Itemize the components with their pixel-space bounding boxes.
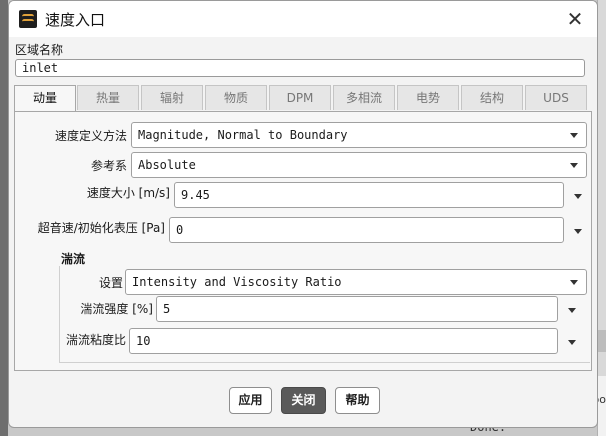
tab-species[interactable]: 物质 [205, 85, 267, 110]
background-right-panel [597, 0, 606, 436]
tab-radiation[interactable]: 辐射 [141, 85, 203, 110]
tab-thermal[interactable]: 热量 [77, 85, 139, 110]
tab-potential[interactable]: 电势 [397, 85, 459, 110]
velocity-magnitude-input[interactable]: 9.45 [174, 182, 564, 208]
tab-dpm[interactable]: DPM [269, 85, 331, 110]
velocity-method-value: Magnitude, Normal to Boundary [138, 128, 348, 142]
close-button[interactable]: 关闭 [281, 387, 326, 414]
tab-momentum[interactable]: 动量 [14, 85, 76, 112]
gauge-pressure-label: 超音速/初始化表压 [Pa] [37, 221, 165, 235]
tab-bar: 动量 热量 辐射 物质 DPM 多相流 电势 结构 UDS [14, 85, 592, 112]
viscosity-ratio-label: 湍流粘度比 [65, 333, 126, 347]
turbulence-spec-label: 设置 [98, 276, 123, 290]
velocity-method-select[interactable]: Magnitude, Normal to Boundary [131, 122, 587, 148]
gauge-pressure-input[interactable]: 0 [169, 217, 564, 243]
background-left-panel [0, 0, 8, 436]
title-bar: 速度入口 ✕ [9, 1, 597, 37]
momentum-panel: 速度定义方法 Magnitude, Normal to Boundary 参考系… [14, 111, 592, 371]
apply-button[interactable]: 应用 [229, 387, 272, 414]
zone-name-label: 区域名称 [15, 43, 64, 57]
velocity-inlet-dialog: 速度入口 ✕ 区域名称 inlet 动量 热量 辐射 物质 DPM 多相流 电势… [8, 0, 598, 428]
zone-name-input[interactable]: inlet [15, 59, 585, 77]
chevron-down-icon [570, 280, 578, 285]
tab-uds[interactable]: UDS [525, 85, 587, 110]
velocity-magnitude-label: 速度大小 [m/s] [86, 186, 170, 200]
turbulence-spec-value: Intensity and Viscosity Ratio [132, 275, 342, 289]
background-strip [598, 330, 606, 352]
turbulence-intensity-dropdown-icon[interactable] [568, 308, 576, 313]
close-icon[interactable]: ✕ [563, 7, 587, 31]
velocity-magnitude-dropdown-icon[interactable] [574, 194, 582, 199]
tab-structure[interactable]: 结构 [461, 85, 523, 110]
reference-frame-select[interactable]: Absolute [131, 152, 587, 178]
gauge-pressure-dropdown-icon[interactable] [574, 229, 582, 234]
turbulence-intensity-label: 湍流强度 [%] [80, 302, 153, 316]
tab-multiphase[interactable]: 多相流 [333, 85, 395, 110]
viscosity-ratio-input[interactable]: 10 [129, 328, 558, 354]
background-console [598, 376, 606, 436]
help-button[interactable]: 帮助 [335, 387, 380, 414]
reference-frame-value: Absolute [138, 158, 196, 172]
viscosity-ratio-dropdown-icon[interactable] [568, 340, 576, 345]
app-icon [19, 10, 37, 28]
turbulence-intensity-input[interactable]: 5 [156, 296, 558, 322]
turbulence-spec-select[interactable]: Intensity and Viscosity Ratio [125, 269, 587, 295]
chevron-down-icon [570, 133, 578, 138]
reference-frame-label: 参考系 [90, 159, 127, 173]
dialog-title: 速度入口 [45, 11, 106, 29]
turbulence-group-title: 湍流 [61, 252, 86, 266]
chevron-down-icon [570, 163, 578, 168]
button-bar: 应用 关闭 帮助 [9, 387, 597, 415]
velocity-method-label: 速度定义方法 [54, 129, 127, 143]
